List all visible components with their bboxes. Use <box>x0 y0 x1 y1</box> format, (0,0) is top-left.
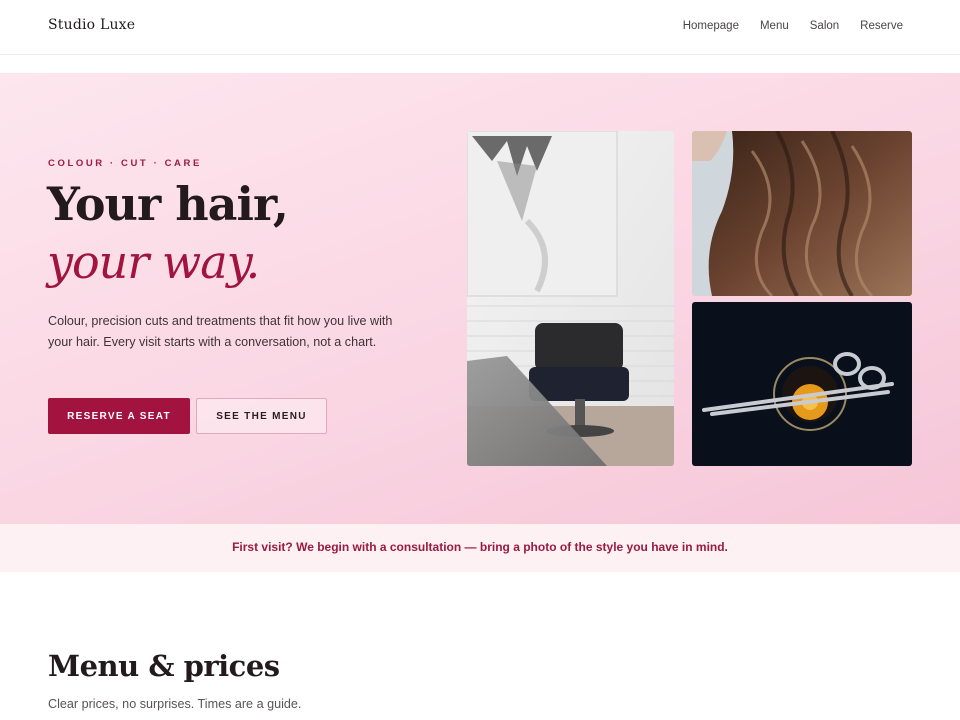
hero-description: Colour, precision cuts and treatments th… <box>48 314 393 349</box>
scissors-photo <box>692 302 912 466</box>
nav-reserve[interactable]: Reserve <box>860 20 903 32</box>
hero-headline-line2: your way. <box>47 235 260 289</box>
wavy-hair-image <box>692 131 912 296</box>
salon-chair-image <box>467 131 674 466</box>
nav-homepage[interactable]: Homepage <box>683 20 739 32</box>
hero-eyebrow: COLOUR · CUT · CARE <box>48 158 202 169</box>
notice-text: First visit? We begin with a consultatio… <box>232 540 728 554</box>
menu-section-title: Menu & prices <box>48 649 280 683</box>
brand-logo[interactable]: Studio Luxe <box>48 17 135 33</box>
hero-section: COLOUR · CUT · CARE Your hair, your way.… <box>0 73 960 524</box>
hero-headline-line1: Your hair, <box>47 177 289 231</box>
first-visit-notice: First visit? We begin with a consultatio… <box>0 524 960 572</box>
main-nav: Homepage Menu Salon Reserve <box>683 20 903 32</box>
reserve-seat-button[interactable]: RESERVE A SEAT <box>48 398 190 434</box>
nav-salon[interactable]: Salon <box>810 20 839 32</box>
menu-section-subtitle: Clear prices, no surprises. Times are a … <box>48 697 302 711</box>
site-header: Studio Luxe Homepage Menu Salon Reserve <box>0 0 960 55</box>
nav-menu[interactable]: Menu <box>760 20 789 32</box>
wavy-hair-photo <box>692 131 912 296</box>
salon-chair-photo <box>467 131 674 466</box>
see-menu-button[interactable]: SEE THE MENU <box>196 398 327 434</box>
scissors-image <box>692 302 912 466</box>
